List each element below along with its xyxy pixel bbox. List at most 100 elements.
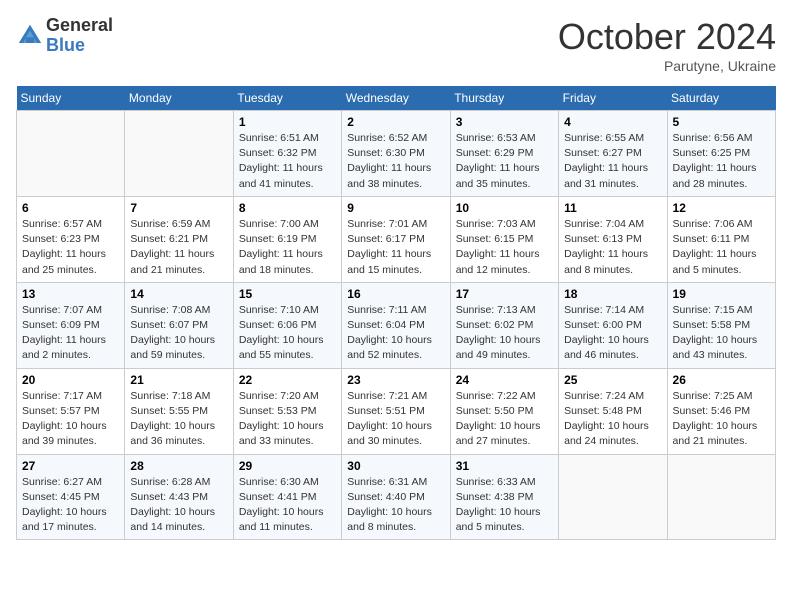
calendar-cell: 15 Sunrise: 7:10 AM Sunset: 6:06 PM Dayli… (233, 282, 341, 368)
logo: General Blue (16, 16, 113, 56)
day-number: 19 (673, 287, 770, 301)
calendar-day-header: Saturday (667, 86, 775, 111)
day-number: 31 (456, 459, 553, 473)
calendar-cell (125, 111, 233, 197)
day-number: 29 (239, 459, 336, 473)
day-number: 26 (673, 373, 770, 387)
day-info: Sunrise: 6:56 AM Sunset: 6:25 PM Dayligh… (673, 131, 770, 192)
calendar-week-row: 20Sunrise: 7:17 AM Sunset: 5:57 PM Dayli… (17, 368, 776, 454)
calendar-day-header: Friday (559, 86, 667, 111)
day-info: Sunrise: 7:06 AM Sunset: 6:11 PM Dayligh… (673, 217, 770, 278)
day-info: Sunrise: 6:55 AM Sunset: 6:27 PM Dayligh… (564, 131, 661, 192)
calendar-cell: 20Sunrise: 7:17 AM Sunset: 5:57 PM Dayli… (17, 368, 125, 454)
location: Parutyne, Ukraine (558, 58, 776, 74)
calendar-cell: 11Sunrise: 7:04 AM Sunset: 6:13 PM Dayli… (559, 196, 667, 282)
calendar-cell: 8 Sunrise: 7:00 AM Sunset: 6:19 PM Daylig… (233, 196, 341, 282)
calendar-cell: 2Sunrise: 6:52 AM Sunset: 6:30 PM Daylig… (342, 111, 450, 197)
calendar-cell: 30 Sunrise: 6:31 AM Sunset: 4:40 PM Dayli… (342, 454, 450, 540)
day-info: Sunrise: 7:10 AM Sunset: 6:06 PM Dayligh… (239, 303, 336, 364)
logo-icon (16, 22, 44, 50)
day-number: 28 (130, 459, 227, 473)
calendar-day-header: Thursday (450, 86, 558, 111)
calendar-cell: 16 Sunrise: 7:11 AM Sunset: 6:04 PM Dayli… (342, 282, 450, 368)
day-info: Sunrise: 7:11 AM Sunset: 6:04 PM Dayligh… (347, 303, 444, 364)
calendar-cell: 6Sunrise: 6:57 AM Sunset: 6:23 PM Daylig… (17, 196, 125, 282)
title-area: October 2024 Parutyne, Ukraine (558, 16, 776, 74)
calendar-cell: 17 Sunrise: 7:13 AM Sunset: 6:02 PM Dayli… (450, 282, 558, 368)
day-info: Sunrise: 6:57 AM Sunset: 6:23 PM Dayligh… (22, 217, 119, 278)
day-number: 17 (456, 287, 553, 301)
day-info: Sunrise: 7:21 AM Sunset: 5:51 PM Dayligh… (347, 389, 444, 450)
day-number: 16 (347, 287, 444, 301)
day-number: 18 (564, 287, 661, 301)
day-number: 15 (239, 287, 336, 301)
calendar-cell: 18 Sunrise: 7:14 AM Sunset: 6:00 PM Dayli… (559, 282, 667, 368)
day-number: 8 (239, 201, 336, 215)
calendar-week-row: 1 Sunrise: 6:51 AM Sunset: 6:32 PM Daylig… (17, 111, 776, 197)
calendar-cell (667, 454, 775, 540)
calendar: SundayMondayTuesdayWednesdayThursdayFrid… (16, 86, 776, 540)
day-info: Sunrise: 7:07 AM Sunset: 6:09 PM Dayligh… (22, 303, 119, 364)
day-info: Sunrise: 7:08 AM Sunset: 6:07 PM Dayligh… (130, 303, 227, 364)
calendar-week-row: 13Sunrise: 7:07 AM Sunset: 6:09 PM Dayli… (17, 282, 776, 368)
day-number: 10 (456, 201, 553, 215)
day-info: Sunrise: 6:28 AM Sunset: 4:43 PM Dayligh… (130, 475, 227, 536)
day-number: 25 (564, 373, 661, 387)
month-year: October 2024 (558, 16, 776, 58)
day-info: Sunrise: 6:51 AM Sunset: 6:32 PM Dayligh… (239, 131, 336, 192)
day-number: 11 (564, 201, 661, 215)
day-info: Sunrise: 7:22 AM Sunset: 5:50 PM Dayligh… (456, 389, 553, 450)
day-number: 9 (347, 201, 444, 215)
calendar-cell: 31 Sunrise: 6:33 AM Sunset: 4:38 PM Dayli… (450, 454, 558, 540)
calendar-cell (17, 111, 125, 197)
day-info: Sunrise: 6:30 AM Sunset: 4:41 PM Dayligh… (239, 475, 336, 536)
calendar-week-row: 27 Sunrise: 6:27 AM Sunset: 4:45 PM Dayli… (17, 454, 776, 540)
day-info: Sunrise: 6:27 AM Sunset: 4:45 PM Dayligh… (22, 475, 119, 536)
day-number: 27 (22, 459, 119, 473)
day-number: 22 (239, 373, 336, 387)
calendar-cell: 21 Sunrise: 7:18 AM Sunset: 5:55 PM Dayli… (125, 368, 233, 454)
calendar-cell: 13Sunrise: 7:07 AM Sunset: 6:09 PM Dayli… (17, 282, 125, 368)
day-info: Sunrise: 7:01 AM Sunset: 6:17 PM Dayligh… (347, 217, 444, 278)
calendar-cell: 22 Sunrise: 7:20 AM Sunset: 5:53 PM Dayli… (233, 368, 341, 454)
logo-general: General (46, 16, 113, 36)
calendar-week-row: 6Sunrise: 6:57 AM Sunset: 6:23 PM Daylig… (17, 196, 776, 282)
calendar-day-header: Monday (125, 86, 233, 111)
day-info: Sunrise: 7:15 AM Sunset: 5:58 PM Dayligh… (673, 303, 770, 364)
day-info: Sunrise: 7:14 AM Sunset: 6:00 PM Dayligh… (564, 303, 661, 364)
day-info: Sunrise: 6:31 AM Sunset: 4:40 PM Dayligh… (347, 475, 444, 536)
calendar-day-header: Tuesday (233, 86, 341, 111)
calendar-cell: 1 Sunrise: 6:51 AM Sunset: 6:32 PM Daylig… (233, 111, 341, 197)
calendar-cell: 5 Sunrise: 6:56 AM Sunset: 6:25 PM Daylig… (667, 111, 775, 197)
calendar-cell: 27 Sunrise: 6:27 AM Sunset: 4:45 PM Dayli… (17, 454, 125, 540)
day-number: 7 (130, 201, 227, 215)
day-info: Sunrise: 6:33 AM Sunset: 4:38 PM Dayligh… (456, 475, 553, 536)
day-info: Sunrise: 7:18 AM Sunset: 5:55 PM Dayligh… (130, 389, 227, 450)
calendar-cell (559, 454, 667, 540)
calendar-cell: 12Sunrise: 7:06 AM Sunset: 6:11 PM Dayli… (667, 196, 775, 282)
day-number: 30 (347, 459, 444, 473)
page-header: General Blue October 2024 Parutyne, Ukra… (16, 16, 776, 74)
calendar-cell: 25 Sunrise: 7:24 AM Sunset: 5:48 PM Dayli… (559, 368, 667, 454)
calendar-header-row: SundayMondayTuesdayWednesdayThursdayFrid… (17, 86, 776, 111)
day-info: Sunrise: 7:13 AM Sunset: 6:02 PM Dayligh… (456, 303, 553, 364)
day-number: 21 (130, 373, 227, 387)
day-number: 1 (239, 115, 336, 129)
logo-blue: Blue (46, 36, 113, 56)
day-number: 20 (22, 373, 119, 387)
day-number: 23 (347, 373, 444, 387)
day-number: 2 (347, 115, 444, 129)
day-info: Sunrise: 6:59 AM Sunset: 6:21 PM Dayligh… (130, 217, 227, 278)
calendar-cell: 3Sunrise: 6:53 AM Sunset: 6:29 PM Daylig… (450, 111, 558, 197)
day-info: Sunrise: 7:00 AM Sunset: 6:19 PM Dayligh… (239, 217, 336, 278)
day-number: 14 (130, 287, 227, 301)
day-info: Sunrise: 7:24 AM Sunset: 5:48 PM Dayligh… (564, 389, 661, 450)
calendar-cell: 24Sunrise: 7:22 AM Sunset: 5:50 PM Dayli… (450, 368, 558, 454)
day-info: Sunrise: 7:20 AM Sunset: 5:53 PM Dayligh… (239, 389, 336, 450)
day-number: 5 (673, 115, 770, 129)
logo-text: General Blue (46, 16, 113, 56)
calendar-cell: 10 Sunrise: 7:03 AM Sunset: 6:15 PM Dayli… (450, 196, 558, 282)
calendar-day-header: Sunday (17, 86, 125, 111)
calendar-cell: 14 Sunrise: 7:08 AM Sunset: 6:07 PM Dayli… (125, 282, 233, 368)
day-info: Sunrise: 7:03 AM Sunset: 6:15 PM Dayligh… (456, 217, 553, 278)
